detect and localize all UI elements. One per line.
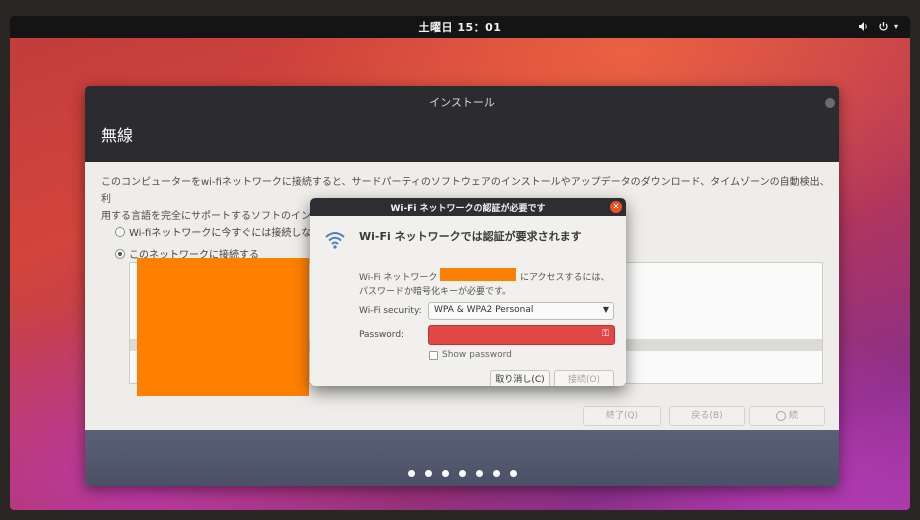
continue-button[interactable]: 続: [749, 406, 825, 426]
message-prefix: Wi-Fi ネットワーク: [359, 273, 438, 283]
key-icon[interactable]: ⚿: [600, 329, 611, 340]
radio-no-connect[interactable]: Wi-fiネットワークに今すぐには接続しな: [115, 224, 311, 239]
dialog-title: Wi-Fi ネットワークの認証が必要です: [390, 204, 546, 214]
password-label: Password:: [359, 330, 405, 340]
radio-button[interactable]: [115, 226, 125, 237]
clock[interactable]: 土曜日 15：01: [10, 19, 910, 35]
show-password-toggle[interactable]: Show password: [429, 350, 512, 360]
cancel-button[interactable]: 取り消し(C): [490, 370, 550, 386]
progress-dot: [458, 470, 466, 477]
installer-footer: [85, 430, 839, 486]
security-label: Wi-Fi security:: [359, 306, 422, 316]
dialog-heading: Wi-Fi ネットワークでは認証が要求されます: [359, 230, 582, 243]
progress-dot: [475, 470, 483, 477]
security-value: WPA & WPA2 Personal: [434, 305, 534, 315]
progress-dot: [407, 470, 415, 477]
chevron-down-icon[interactable]: ▾: [894, 21, 898, 32]
installer-header: インストール 無線: [85, 86, 839, 162]
progress-dot: [509, 470, 517, 477]
checkbox[interactable]: [429, 350, 438, 360]
progress-dots: [85, 462, 839, 481]
window-title: インストール: [429, 96, 495, 109]
close-icon[interactable]: [825, 98, 835, 108]
dialog-titlebar: Wi-Fi ネットワークの認証が必要です ✕: [310, 198, 626, 216]
message-line-2: パスワードか暗号化キーが必要です。: [359, 287, 512, 297]
radio-button[interactable]: [115, 248, 125, 259]
security-dropdown[interactable]: WPA & WPA2 Personal ▼: [428, 302, 614, 320]
back-button[interactable]: 戻る(B): [669, 406, 745, 426]
password-field[interactable]: ⚿: [428, 325, 615, 345]
speaker-icon[interactable]: [858, 21, 869, 34]
show-password-label: Show password: [442, 350, 512, 360]
message-suffix: にアクセスするには、: [520, 273, 610, 283]
redaction-box: [137, 258, 309, 396]
page-title: 無線: [101, 126, 134, 145]
progress-dot: [441, 470, 449, 477]
progress-dot: [424, 470, 432, 477]
desktop-screen: 土曜日 15：01 ▾ インストール 無線 このコンピューターをwi-fiネット…: [10, 16, 910, 510]
top-bar: 土曜日 15：01 ▾: [10, 16, 910, 38]
close-icon[interactable]: ✕: [610, 201, 622, 213]
wifi-icon: [325, 232, 345, 249]
power-icon[interactable]: [878, 21, 889, 34]
redaction-box: [440, 268, 516, 281]
quit-button[interactable]: 終了(Q): [583, 406, 661, 426]
wifi-auth-dialog: Wi-Fi ネットワークの認証が必要です ✕ Wi-Fi ネットワークでは認証が…: [310, 198, 626, 386]
spinner-icon: [776, 410, 787, 421]
continue-label: 続: [788, 411, 798, 421]
radio-label: Wi-fiネットワークに今すぐには接続しな: [129, 228, 312, 239]
connect-button[interactable]: 接続(O): [554, 370, 614, 386]
chevron-down-icon: ▼: [602, 305, 609, 314]
progress-dot: [492, 470, 500, 477]
